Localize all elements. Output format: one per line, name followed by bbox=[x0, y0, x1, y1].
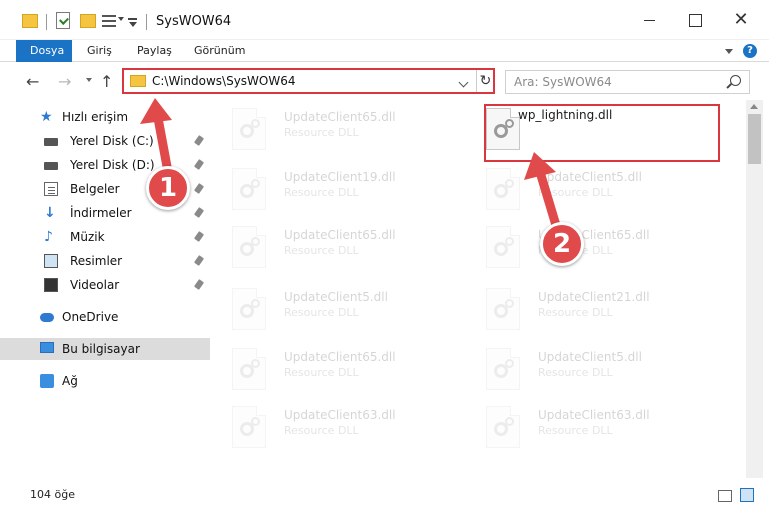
step-badge-2: 2 bbox=[540, 222, 584, 266]
step-badge-1: 1 bbox=[146, 166, 190, 210]
arrow-2 bbox=[524, 152, 563, 237]
arrow-1 bbox=[140, 98, 173, 177]
annotation-layer bbox=[140, 98, 563, 237]
